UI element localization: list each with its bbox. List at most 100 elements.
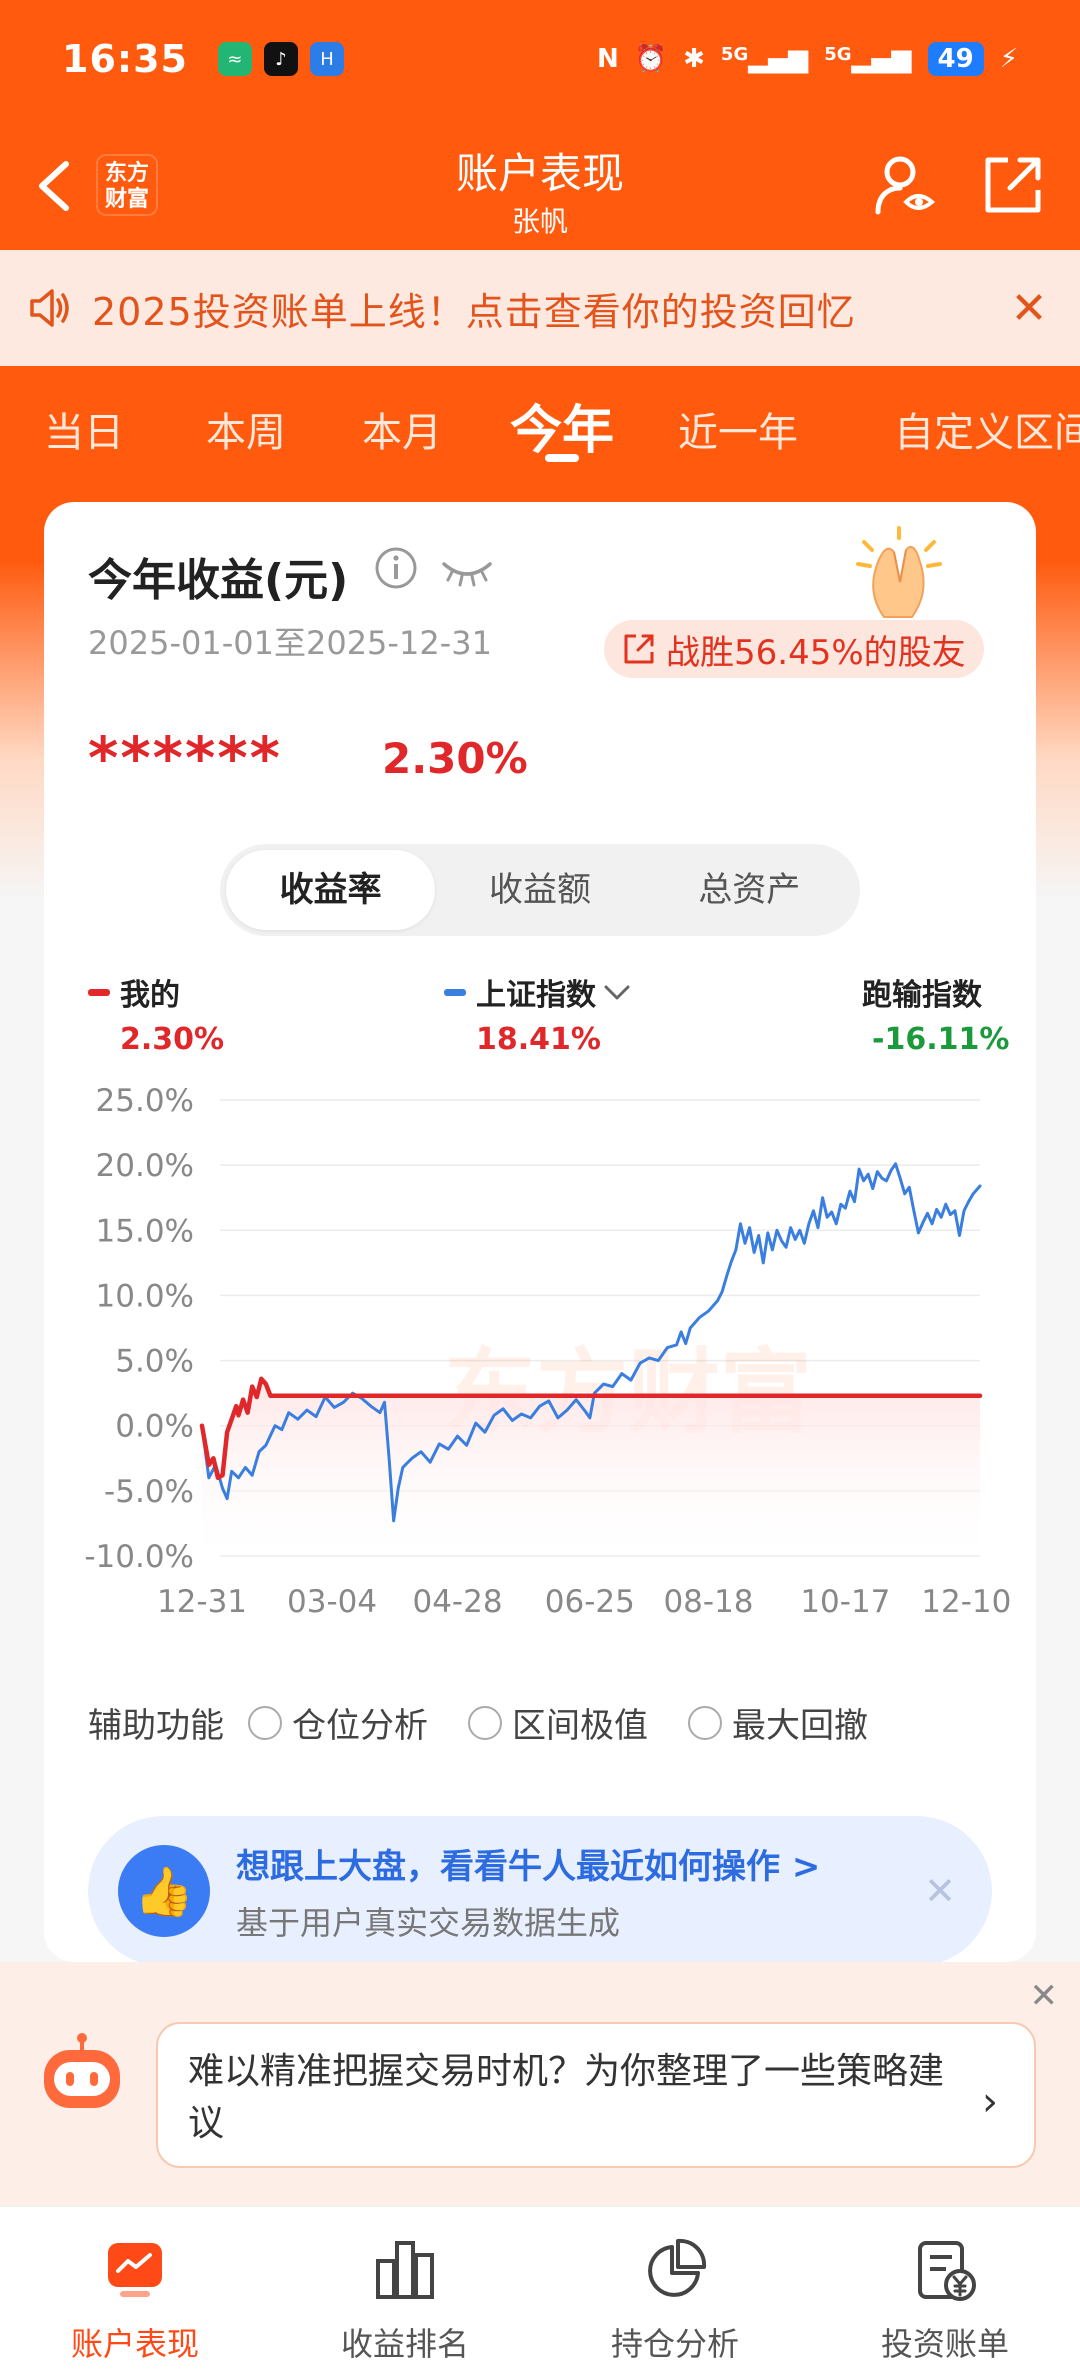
speaker-icon: [30, 289, 69, 327]
app-notification-icon: H: [309, 42, 344, 76]
legend-mine-label: 我的: [120, 978, 180, 1013]
option-label: 区间极值: [512, 1706, 648, 1746]
promo-banner[interactable]: 👍 想跟上大盘，看看牛人最近如何操作 > 基于用户真实交易数据生成 ✕: [88, 1816, 992, 1966]
nav-label: 收益排名: [340, 2325, 469, 2363]
period-tabs: 当日 本周 本月 今年 近一年 自定义区间: [0, 366, 1080, 502]
tiktok-icon: ♪: [263, 42, 298, 76]
share-icon[interactable]: [980, 152, 1046, 218]
segment-return-rate[interactable]: 收益率: [226, 850, 436, 930]
segment-return-amount[interactable]: 收益额: [435, 850, 644, 930]
pie-chart-icon: [648, 2238, 707, 2297]
aux-label: 辅助功能: [88, 1706, 224, 1746]
y-tick-label: 10.0%: [96, 1278, 194, 1314]
legend-index[interactable]: 上证指数: [444, 970, 634, 1014]
yield-percentage: 2.30%: [382, 734, 528, 783]
chevron-down-icon[interactable]: [600, 980, 634, 1004]
option-position-analysis[interactable]: 仓位分析: [248, 1698, 428, 1747]
thumbs-up-icon: 👍: [118, 1845, 210, 1937]
nav-item-holdings-analysis[interactable]: 持仓分析: [540, 2207, 810, 2376]
bar-ranking-icon: [376, 2241, 434, 2299]
segment-total-assets[interactable]: 总资产: [645, 850, 854, 930]
nfc-icon: N: [596, 44, 619, 74]
nav-label: 投资账单: [880, 2325, 1009, 2363]
status-time: 16:35: [62, 37, 188, 81]
tab-custom-range[interactable]: 自定义区间: [894, 400, 1080, 458]
robot-assistant-icon: [44, 2033, 120, 2108]
performance-card: 今年收益(元) 2025-01-01至2025-12-31 战胜56.45%的股…: [44, 502, 1036, 1966]
x-tick-label: 06-25: [545, 1584, 635, 1620]
info-icon[interactable]: [374, 546, 418, 590]
nav-item-investment-bill[interactable]: 投资账单: [810, 2207, 1080, 2376]
share-icon: [624, 634, 654, 664]
charging-icon: ⚡: [999, 44, 1018, 74]
date-range: 2025-01-01至2025-12-31: [88, 624, 492, 662]
beat-percentage-badge[interactable]: 战胜56.45%的股友: [604, 620, 984, 678]
tab-week[interactable]: 本周: [206, 400, 286, 458]
notice-close-icon[interactable]: ✕: [1004, 283, 1054, 334]
promo-close-icon[interactable]: ✕: [924, 1869, 956, 1913]
user-view-icon[interactable]: [872, 152, 938, 218]
tab-today[interactable]: 当日: [44, 400, 124, 458]
x-tick-label: 12-31: [157, 1584, 247, 1620]
option-max-drawdown[interactable]: 最大回撤: [688, 1698, 868, 1747]
x-tick-label: 10-17: [800, 1584, 890, 1620]
legend-swatch-index: [444, 988, 466, 996]
y-tick-label: -10.0%: [84, 1539, 194, 1575]
bottom-navigation: 账户表现 收益排名 持仓分析 投资账单: [0, 2206, 1080, 2376]
x-tick-label: 03-04: [287, 1584, 377, 1620]
battery-indicator: 49: [927, 42, 984, 76]
option-label: 最大回撤: [732, 1706, 868, 1746]
hide-amount-eye-icon[interactable]: [440, 552, 494, 588]
notice-banner[interactable]: 2025投资账单上线！点击查看你的投资回忆 ✕: [0, 250, 1080, 366]
radio-icon[interactable]: [468, 1705, 502, 1740]
status-app-icons: ≈ ♪ H: [217, 42, 344, 76]
y-tick-label: 0.0%: [115, 1409, 194, 1445]
legend-mine: 我的: [88, 970, 180, 1014]
tab-this-year[interactable]: 今年: [510, 388, 614, 463]
option-label: 仓位分析: [292, 1706, 428, 1746]
app-header: 东方 财富 账户表现 张帆: [0, 118, 1080, 250]
status-indicators: N ⏰ ✱ 5G▂▄▆ 5G▂▄▆ 49 ⚡: [597, 42, 1018, 76]
promo-title[interactable]: 想跟上大盘，看看牛人最近如何操作 >: [236, 1839, 820, 1888]
nav-label: 持仓分析: [610, 2325, 739, 2363]
x-tick-label: 04-28: [412, 1584, 502, 1620]
legend-swatch-mine: [88, 988, 110, 996]
notice-text: 2025投资账单上线！点击查看你的投资回忆: [92, 289, 856, 334]
assistant-tip-strip: 难以精准把握交易时机？为你整理了一些策略建议 › ✕: [0, 1962, 1080, 2206]
option-range-extremes[interactable]: 区间极值: [468, 1698, 648, 1747]
legend-index-label: 上证指数: [476, 978, 596, 1013]
legend-underperform-label: 跑输指数: [862, 978, 982, 1013]
bill-yuan-icon: [918, 2241, 976, 2301]
promo-text: 想跟上大盘，看看牛人最近如何操作 > 基于用户真实交易数据生成: [236, 1839, 820, 1944]
nav-item-return-ranking[interactable]: 收益排名: [270, 2207, 540, 2376]
x-tick-label: 08-18: [663, 1584, 753, 1620]
assistant-tip-bubble[interactable]: 难以精准把握交易时机？为你整理了一些策略建议 ›: [156, 2022, 1036, 2168]
masked-profit-amount: ******: [88, 724, 282, 792]
aux-functions: 辅助功能 仓位分析 区间极值 最大回撤: [88, 1698, 1008, 1747]
nav-item-account-performance[interactable]: 账户表现: [0, 2207, 270, 2376]
clapping-hands-icon: [856, 526, 942, 618]
alarm-icon: ⏰: [634, 44, 668, 74]
status-bar: 16:35 ≈ ♪ H N ⏰ ✱ 5G▂▄▆ 5G▂▄▆ 49 ⚡: [0, 0, 1080, 118]
nav-label: 账户表现: [70, 2325, 199, 2363]
return-chart[interactable]: 25.0% 20.0% 15.0% 10.0% 5.0% 0.0% -5.0% -10.0% 1…: [44, 1074, 1036, 1644]
radio-icon[interactable]: [248, 1705, 282, 1740]
y-tick-label: -5.0%: [104, 1474, 194, 1510]
metric-segment-control: 收益率 收益额 总资产: [220, 844, 860, 936]
assistant-tip-text: 难以精准把握交易时机？为你整理了一些策略建议: [188, 2051, 945, 2144]
signal-icon: 5G▂▄▆: [720, 44, 809, 74]
y-tick-label: 5.0%: [115, 1344, 194, 1380]
radio-icon[interactable]: [688, 1705, 722, 1740]
legend-index-value: 18.41%: [476, 1022, 601, 1057]
y-tick-label: 15.0%: [96, 1213, 194, 1249]
tab-past-year[interactable]: 近一年: [678, 400, 798, 458]
return-chart-svg: 25.0% 20.0% 15.0% 10.0% 5.0% 0.0% -5.0% -10.0% 1…: [84, 1083, 1011, 1620]
legend-underperform-value: -16.11%: [872, 1022, 1010, 1057]
tab-month[interactable]: 本月: [362, 400, 442, 458]
app-notification-icon: ≈: [217, 42, 252, 76]
y-tick-label: 25.0%: [96, 1083, 194, 1119]
active-tab-indicator: [545, 454, 579, 462]
tip-close-icon[interactable]: ✕: [1030, 1976, 1059, 2016]
chevron-right-icon[interactable]: ›: [982, 2076, 998, 2128]
chart-trend-icon: [108, 2243, 162, 2297]
